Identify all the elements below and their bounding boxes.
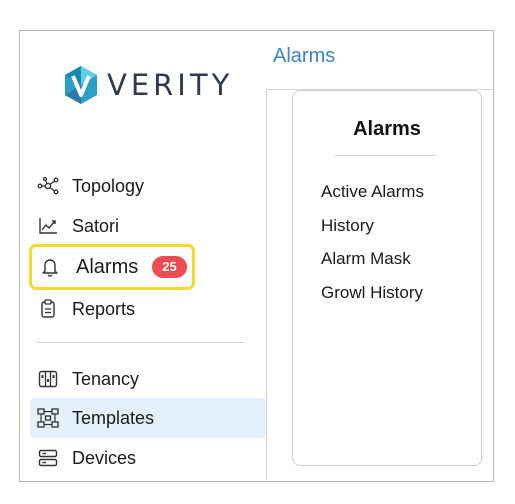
sidebar-item-label: Alarms [76, 255, 139, 278]
templates-icon [36, 406, 60, 430]
devices-icon [36, 446, 60, 470]
tenancy-icon [36, 367, 60, 391]
chart-icon [36, 214, 60, 238]
growl-history-link[interactable]: Growl History [321, 283, 423, 303]
bell-icon [38, 255, 62, 279]
sidebar-item-templates[interactable]: Templates [30, 398, 266, 438]
card-title: Alarms [353, 118, 421, 140]
app-window: VERITY Topology Satori Alarms 25 Reports… [19, 30, 494, 482]
brand-logo[interactable]: VERITY [63, 65, 233, 105]
clipboard-icon [36, 297, 60, 321]
page-title: Alarms [273, 45, 336, 67]
sidebar-item-label: Templates [72, 407, 155, 428]
alarm-mask-link[interactable]: Alarm Mask [321, 249, 411, 269]
history-link[interactable]: History [321, 216, 374, 236]
card-divider [335, 155, 437, 156]
hexagon-v-logo-icon [63, 65, 99, 105]
alarms-menu-card: Alarms Active Alarms History Alarm Mask … [292, 90, 482, 466]
sidebar-item-alarms[interactable]: Alarms 25 [32, 247, 192, 287]
sidebar-divider [36, 342, 245, 343]
alarm-count-badge: 25 [152, 256, 187, 278]
sidebar-item-label: Satori [72, 215, 120, 236]
sidebar-item-reports[interactable]: Reports [30, 289, 266, 329]
sidebar-item-label: Devices [72, 447, 137, 468]
sidebar-item-satori[interactable]: Satori [30, 206, 266, 246]
sidebar-item-label: Topology [72, 175, 145, 196]
sidebar-item-devices[interactable]: Devices [30, 438, 266, 478]
topology-icon [36, 174, 60, 198]
sidebar-item-label: Tenancy [72, 368, 140, 389]
active-alarms-link[interactable]: Active Alarms [321, 182, 424, 202]
sidebar-item-tenancy[interactable]: Tenancy [30, 359, 266, 399]
sidebar-item-label: Reports [72, 298, 136, 319]
sidebar-item-topology[interactable]: Topology [30, 166, 266, 206]
brand-name: VERITY [107, 68, 234, 102]
